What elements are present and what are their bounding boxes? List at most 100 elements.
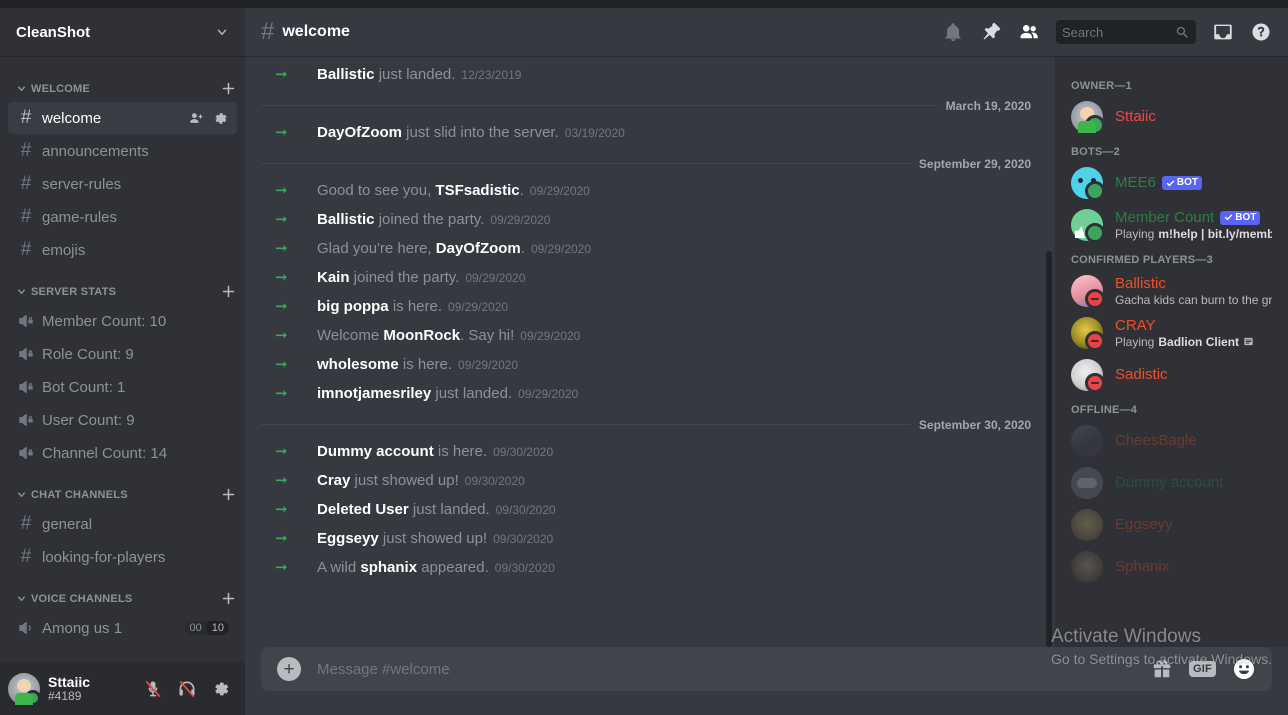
sidebar-channel-welcome[interactable]: # welcome bbox=[8, 102, 237, 134]
sidebar-channel-channel-count-14[interactable]: Channel Count: 14 bbox=[8, 437, 237, 469]
mute-button[interactable] bbox=[137, 673, 169, 705]
sidebar-channel-user-count-9[interactable]: User Count: 9 bbox=[8, 404, 237, 436]
gear-icon[interactable] bbox=[212, 110, 229, 127]
sidebar-channel-announcements[interactable]: # announcements bbox=[8, 135, 237, 167]
message-username[interactable]: Ballistic bbox=[317, 66, 375, 83]
gift-icon[interactable] bbox=[1151, 658, 1173, 680]
scrollbar[interactable] bbox=[1046, 56, 1054, 647]
sidebar-channel-looking-for-players[interactable]: # looking-for-players bbox=[8, 541, 237, 573]
channel-category-server-stats[interactable]: SERVER STATS bbox=[0, 267, 245, 304]
avatar bbox=[1071, 101, 1105, 135]
member-list-item[interactable]: Sphanix bbox=[1063, 546, 1280, 588]
user-identity[interactable]: Sttaiic #4189 bbox=[48, 674, 129, 704]
sidebar-channel-server-rules[interactable]: # server-rules bbox=[8, 168, 237, 200]
member-list-item[interactable]: Sttaiic bbox=[1063, 96, 1280, 138]
member-list-item[interactable]: MEE6 BOT bbox=[1063, 162, 1280, 204]
message-username[interactable]: Kain bbox=[317, 269, 350, 286]
message-timestamp: 09/30/2020 bbox=[494, 561, 555, 575]
members-icon[interactable] bbox=[1018, 21, 1040, 43]
avatar bbox=[1071, 209, 1105, 243]
composer-actions: GIF bbox=[1151, 657, 1256, 681]
member-group-header: OWNER—1 bbox=[1071, 80, 1132, 92]
sidebar-channel-general[interactable]: # general bbox=[8, 508, 237, 540]
scrollbar-thumb[interactable] bbox=[1046, 251, 1052, 647]
system-message-text: Welcome MoonRock. Say hi! 09/29/2020 bbox=[317, 327, 581, 344]
sidebar-channel-bot-count-1[interactable]: Bot Count: 1 bbox=[8, 371, 237, 403]
message-username[interactable]: sphanix bbox=[360, 559, 417, 576]
sidebar-channel-member-count-10[interactable]: Member Count: 10 bbox=[8, 305, 237, 337]
search-box[interactable] bbox=[1056, 20, 1196, 44]
system-message: ➞ Dummy account is here. 09/30/2020 bbox=[245, 437, 1055, 466]
status-indicator-online bbox=[1085, 223, 1105, 243]
sidebar-channel-role-count-9[interactable]: Role Count: 9 bbox=[8, 338, 237, 370]
message-username[interactable]: DayOfZoom bbox=[436, 240, 521, 257]
message-username[interactable]: DayOfZoom bbox=[317, 124, 402, 141]
help-circle-icon[interactable] bbox=[1250, 21, 1272, 43]
member-list-item[interactable]: Sadistic bbox=[1063, 354, 1280, 396]
date-divider: September 29, 2020 bbox=[261, 156, 1039, 171]
sidebar-channel-emojis[interactable]: # emojis bbox=[8, 234, 237, 266]
channel-category-welcome[interactable]: WELCOME bbox=[0, 64, 245, 101]
avatar[interactable] bbox=[8, 672, 41, 706]
person-add-icon[interactable] bbox=[188, 110, 205, 127]
inbox-icon[interactable] bbox=[1212, 21, 1234, 43]
message-list[interactable]: ➞ Ballistic just landed. 12/23/2019 March 1… bbox=[245, 56, 1055, 647]
member-name: Dummy account bbox=[1115, 474, 1224, 491]
add-channel-icon[interactable] bbox=[220, 283, 237, 300]
bell-icon[interactable] bbox=[942, 21, 964, 43]
channel-list[interactable]: WELCOME # welcome # announcements # server-rul… bbox=[0, 56, 245, 662]
message-username[interactable]: Deleted User bbox=[317, 501, 409, 518]
join-arrow-icon: ➞ bbox=[275, 472, 288, 489]
gif-button[interactable]: GIF bbox=[1189, 661, 1216, 677]
user-settings-button[interactable] bbox=[205, 673, 237, 705]
app-body: CleanShot WELCOME # welcome # announcements #… bbox=[0, 8, 1288, 715]
bot-badge: BOT bbox=[1161, 176, 1202, 190]
message-username[interactable]: Cray bbox=[317, 472, 350, 489]
message-composer[interactable]: + GIF bbox=[261, 647, 1272, 691]
message-username[interactable]: imnotjamesriley bbox=[317, 385, 431, 402]
add-channel-icon[interactable] bbox=[220, 486, 237, 503]
system-message-text: Dummy account is here. 09/30/2020 bbox=[317, 443, 554, 460]
message-username[interactable]: Ballistic bbox=[317, 211, 375, 228]
bot-badge-label: BOT bbox=[1176, 177, 1198, 188]
server-name: CleanShot bbox=[16, 23, 91, 41]
join-arrow-icon: ➞ bbox=[275, 443, 288, 460]
deafen-button[interactable] bbox=[171, 673, 203, 705]
search-input[interactable] bbox=[1062, 24, 1175, 40]
server-header[interactable]: CleanShot bbox=[0, 8, 245, 56]
add-channel-icon[interactable] bbox=[220, 590, 237, 607]
emoji-icon[interactable] bbox=[1232, 657, 1256, 681]
message-username[interactable]: MoonRock bbox=[383, 327, 460, 344]
add-channel-icon[interactable] bbox=[220, 80, 237, 97]
message-input[interactable] bbox=[301, 649, 1151, 689]
sidebar-channel-among-us-1[interactable]: Among us 1 00 10 bbox=[8, 612, 237, 644]
status-indicator-dnd bbox=[1085, 289, 1105, 309]
member-list-item[interactable]: CheesBagle bbox=[1063, 420, 1280, 462]
member-list-item[interactable]: CRAY Playing Badlion Client bbox=[1063, 312, 1280, 354]
member-list[interactable]: OWNER—1 Sttaiic BOTS—2 MEE6 BOT Member Count B… bbox=[1055, 56, 1288, 647]
member-list-item[interactable]: Dummy account bbox=[1063, 462, 1280, 504]
message-username[interactable]: Eggseyy bbox=[317, 530, 379, 547]
system-message: ➞ DayOfZoom just slid into the server. 03/… bbox=[245, 118, 1055, 147]
member-name: Eggseyy bbox=[1115, 516, 1173, 533]
pin-icon[interactable] bbox=[980, 21, 1002, 43]
system-message: ➞ Deleted User just landed. 09/30/2020 bbox=[245, 495, 1055, 524]
message-username[interactable]: TSFsadistic bbox=[435, 182, 519, 199]
channel-category-voice-channels[interactable]: VOICE CHANNELS bbox=[0, 574, 245, 611]
plus-circle-icon[interactable]: + bbox=[277, 657, 301, 681]
avatar bbox=[1071, 509, 1103, 541]
avatar bbox=[1071, 551, 1103, 583]
system-message: ➞ Ballistic joined the party. 09/29/2020 bbox=[245, 205, 1055, 234]
join-arrow-icon: ➞ bbox=[275, 240, 288, 257]
member-list-item[interactable]: Member Count BOT Playing m!help | bit.ly/m… bbox=[1063, 204, 1280, 246]
member-list-item[interactable]: Eggseyy bbox=[1063, 504, 1280, 546]
message-username[interactable]: wholesome bbox=[317, 356, 399, 373]
date-divider: March 19, 2020 bbox=[261, 98, 1039, 113]
member-list-item[interactable]: BallisticGacha kids can burn to the gro… bbox=[1063, 270, 1280, 312]
channel-category-chat-channels[interactable]: CHAT CHANNELS bbox=[0, 470, 245, 507]
voice-locked-icon bbox=[16, 444, 36, 462]
user-panel: Sttaiic #4189 bbox=[0, 662, 245, 715]
message-username[interactable]: big poppa bbox=[317, 298, 389, 315]
message-username[interactable]: Dummy account bbox=[317, 443, 434, 460]
sidebar-channel-game-rules[interactable]: # game-rules bbox=[8, 201, 237, 233]
